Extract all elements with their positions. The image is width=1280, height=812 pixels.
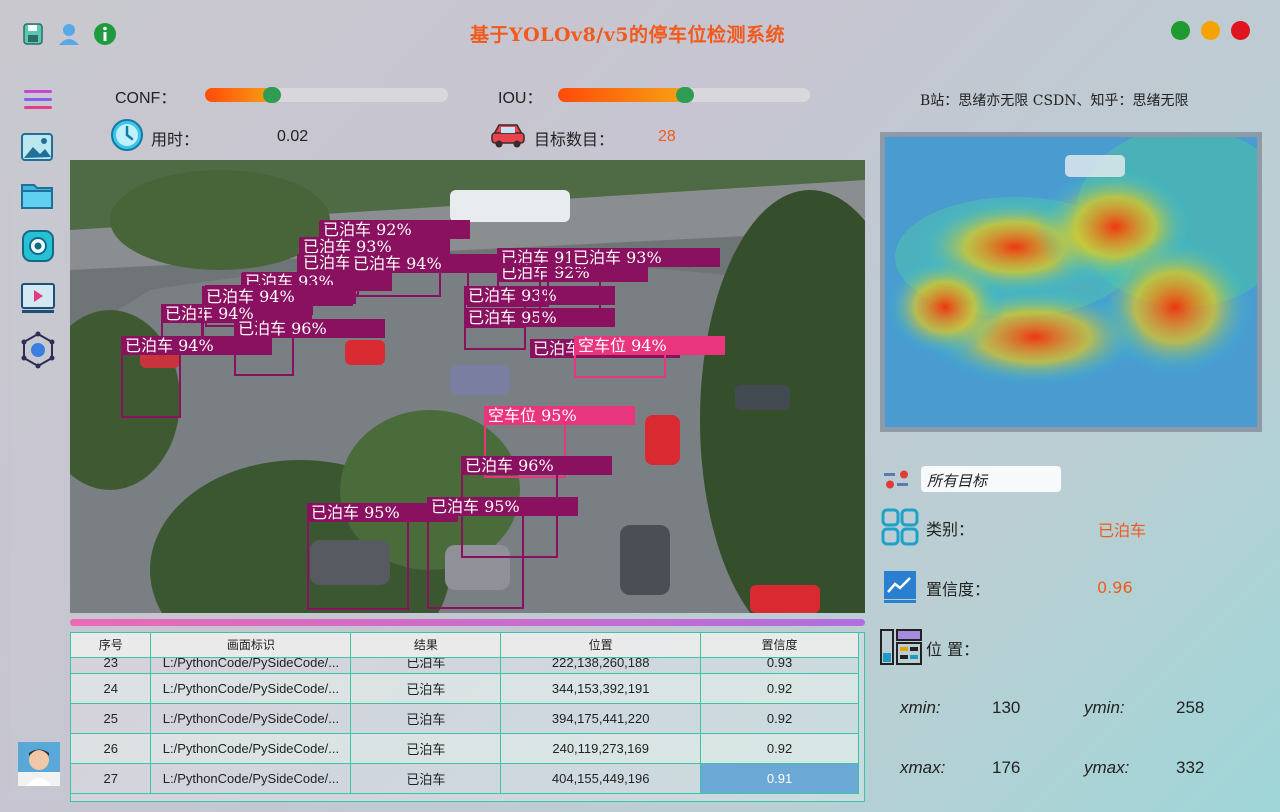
table-row[interactable]: 24 L:/PythonCode/PySideCode/... 已泊车 344,… xyxy=(71,673,859,704)
cell-confidence[interactable]: 0.91 xyxy=(700,763,859,794)
class-value: 已泊车 xyxy=(1098,521,1147,540)
cell-index[interactable]: 24 xyxy=(71,673,152,704)
xmax-value: 176 xyxy=(992,758,1021,777)
results-table[interactable]: 序号 画面标识 结果 位置 置信度 23 L:/PythonCode/PySid… xyxy=(70,632,865,802)
detection-label: 已泊车 95% xyxy=(431,497,520,516)
cell-source[interactable]: L:/PythonCode/PySideCode/... xyxy=(150,733,352,764)
filter-icon xyxy=(884,470,910,494)
table-row[interactable]: 27 L:/PythonCode/PySideCode/... 已泊车 404,… xyxy=(71,763,859,794)
category-icon xyxy=(881,508,919,550)
iou-label: IOU： xyxy=(498,90,543,107)
ymax-label: ymax: xyxy=(1084,758,1130,777)
cell-index[interactable]: 23 xyxy=(71,657,152,674)
credit-text: B站：思绪亦无限 CSDN、知乎：思绪无限 xyxy=(920,93,1189,109)
ymin-value: 258 xyxy=(1176,698,1205,717)
detection-label: 已泊车 96% xyxy=(238,319,327,338)
count-value: 28 xyxy=(658,128,676,145)
save-icon[interactable] xyxy=(22,22,46,46)
cell-source[interactable]: L:/PythonCode/PySideCode/... xyxy=(150,763,352,794)
detection-label: 空车位 94% xyxy=(578,336,667,355)
count-label: 目标数目： xyxy=(534,130,615,149)
conf-label: CONF： xyxy=(115,90,177,107)
cell-position[interactable]: 344,153,392,191 xyxy=(500,673,702,704)
xmin-label: xmin: xyxy=(900,698,941,717)
camera-icon[interactable] xyxy=(19,227,57,265)
cell-position[interactable]: 404,155,449,196 xyxy=(500,763,702,794)
cell-index[interactable]: 27 xyxy=(71,763,152,794)
iou-slider-handle[interactable] xyxy=(676,87,694,103)
ymin-label: ymin: xyxy=(1084,698,1125,717)
cell-source[interactable]: L:/PythonCode/PySideCode/... xyxy=(150,703,352,734)
cell-position[interactable]: 394,175,441,220 xyxy=(500,703,702,734)
cell-confidence[interactable]: 0.92 xyxy=(700,673,859,704)
table-row[interactable]: 25 L:/PythonCode/PySideCode/... 已泊车 394,… xyxy=(71,703,859,734)
cell-confidence[interactable]: 0.92 xyxy=(700,703,859,734)
col-header-source[interactable]: 画面标识 xyxy=(150,633,352,658)
col-header-confidence[interactable]: 置信度 xyxy=(700,633,859,658)
position-icon xyxy=(880,629,922,669)
confidence-icon xyxy=(883,570,917,608)
col-header-position[interactable]: 位置 xyxy=(500,633,702,658)
confidence-label: 置信度： xyxy=(926,580,991,599)
detection-image: 已泊车 92% 已泊车 93% 已泊车 94% 已泊车 94% 已泊车 93% 已泊车 9… xyxy=(70,160,865,613)
maximize-button[interactable] xyxy=(1171,21,1190,40)
class-label: 类别： xyxy=(926,520,975,539)
time-value: 0.02 xyxy=(277,128,309,145)
target-select[interactable]: 所有目标 xyxy=(921,466,1061,492)
conf-slider[interactable] xyxy=(205,87,448,103)
xmin-value: 130 xyxy=(992,698,1021,717)
xmax-label: xmax: xyxy=(900,758,946,777)
clock-icon xyxy=(110,118,144,156)
avatar[interactable] xyxy=(18,742,60,786)
conf-slider-handle[interactable] xyxy=(263,87,281,103)
cell-source[interactable]: L:/PythonCode/PySideCode/... xyxy=(150,657,352,674)
heatmap-image xyxy=(885,137,1257,427)
confidence-value: 0.96 xyxy=(1097,578,1133,597)
info-icon[interactable] xyxy=(93,22,117,46)
cell-index[interactable]: 26 xyxy=(71,733,152,764)
detection-label: 已泊车 93% xyxy=(468,286,557,305)
cell-source[interactable]: L:/PythonCode/PySideCode/... xyxy=(150,673,352,704)
detection-label: 已泊车 93% xyxy=(573,248,662,267)
model-icon[interactable] xyxy=(19,331,57,369)
cell-confidence[interactable]: 0.93 xyxy=(700,657,859,674)
cell-result[interactable]: 已泊车 xyxy=(350,763,502,794)
cell-result[interactable]: 已泊车 xyxy=(350,657,502,674)
minimize-button[interactable] xyxy=(1201,21,1220,40)
cell-position[interactable]: 222,138,260,188 xyxy=(500,657,702,674)
iou-slider[interactable] xyxy=(558,87,810,103)
image-icon[interactable] xyxy=(19,129,57,167)
video-icon[interactable] xyxy=(19,279,57,317)
cell-position[interactable]: 240,119,273,169 xyxy=(500,733,702,764)
table-row[interactable]: 23 L:/PythonCode/PySideCode/... 已泊车 222,… xyxy=(71,657,859,674)
cell-confidence[interactable]: 0.92 xyxy=(700,733,859,764)
car-icon xyxy=(490,120,526,154)
detection-label: 已泊车 96% xyxy=(465,456,554,475)
cell-result[interactable]: 已泊车 xyxy=(350,733,502,764)
heatmap-panel xyxy=(880,132,1262,432)
user-icon[interactable] xyxy=(57,22,81,46)
position-label: 位 置： xyxy=(926,640,980,659)
progress-bar xyxy=(70,619,865,626)
app-title: 基于YOLOv8/v5的停车位检测系统 xyxy=(470,24,785,46)
detection-label: 已泊车 94% xyxy=(206,287,295,306)
cell-result[interactable]: 已泊车 xyxy=(350,673,502,704)
detection-label: 空车位 95% xyxy=(488,406,577,425)
detection-label: 已泊车 94% xyxy=(353,254,442,273)
sidebar xyxy=(10,63,64,798)
time-label: 用时： xyxy=(151,130,200,149)
menu-icon[interactable] xyxy=(19,81,57,119)
ymax-value: 332 xyxy=(1176,758,1205,777)
table-row[interactable]: 26 L:/PythonCode/PySideCode/... 已泊车 240,… xyxy=(71,733,859,764)
detection-label: 已泊车 95% xyxy=(311,503,400,522)
detection-label: 已泊车 94% xyxy=(125,336,214,355)
cell-index[interactable]: 25 xyxy=(71,703,152,734)
col-header-index[interactable]: 序号 xyxy=(71,633,152,658)
close-button[interactable] xyxy=(1231,21,1250,40)
cell-result[interactable]: 已泊车 xyxy=(350,703,502,734)
folder-icon[interactable] xyxy=(19,177,57,215)
col-header-result[interactable]: 结果 xyxy=(350,633,502,658)
